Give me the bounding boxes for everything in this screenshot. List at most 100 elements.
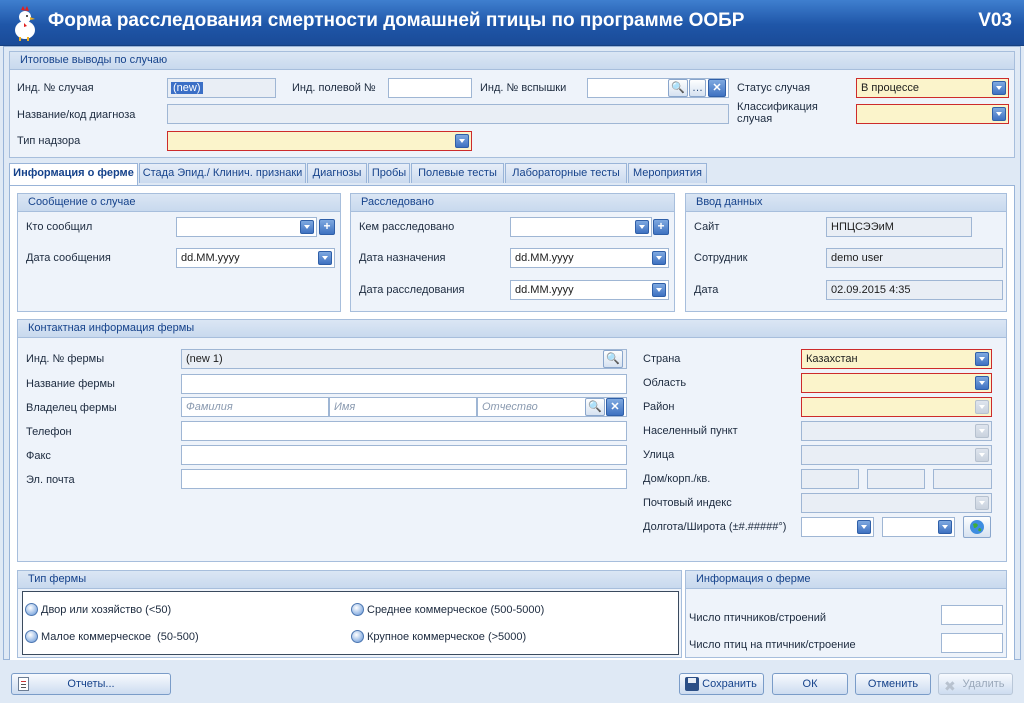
tab-samples[interactable]: Пробы (368, 163, 410, 183)
report-date-picker[interactable]: dd.MM.yyyy (176, 248, 335, 268)
phone-label: Телефон (26, 426, 72, 438)
calendar-icon[interactable] (318, 251, 332, 265)
latitude-input[interactable] (882, 517, 955, 537)
owner-label: Владелец фермы (26, 402, 117, 414)
search-icon[interactable]: 🔍 (585, 398, 605, 416)
case-status-select[interactable]: В процессе (856, 78, 1009, 98)
chevron-down-icon[interactable] (975, 352, 989, 366)
investigation-header: Расследовано (351, 194, 674, 212)
outbreak-id-field[interactable]: 🔍 … ✕ (587, 78, 729, 98)
clear-icon[interactable]: ✕ (708, 79, 726, 97)
email-input[interactable] (181, 469, 627, 489)
tab-actions[interactable]: Мероприятия (628, 163, 707, 183)
radio-small[interactable] (25, 630, 38, 643)
chevron-down-icon[interactable] (975, 400, 989, 414)
tab-field-tests[interactable]: Полевые тесты (411, 163, 504, 183)
case-status-value: В процессе (861, 82, 919, 94)
site-label: Сайт (694, 221, 720, 233)
globe-icon[interactable] (963, 516, 991, 538)
cancel-label: Отменить (867, 678, 919, 690)
postal-label: Почтовый индекс (643, 497, 732, 509)
entry-date-label: Дата (694, 284, 719, 296)
add-investigator-icon[interactable]: + (653, 219, 669, 235)
field-id-input[interactable] (388, 78, 472, 98)
version-label: V03 (978, 10, 1012, 31)
tab-farm-info[interactable]: Информация о ферме (9, 163, 138, 185)
site-value: НПЦСЭЭиМ (831, 221, 894, 233)
fax-input[interactable] (181, 445, 627, 465)
entry-date-field: 02.09.2015 4:35 (826, 280, 1003, 300)
assigned-date-picker[interactable]: dd.MM.yyyy (510, 248, 669, 268)
farm-contact-header: Контактная информация фермы (18, 320, 1006, 338)
reports-label: Отчеты... (67, 678, 115, 690)
tab-diagnoses[interactable]: Диагнозы (307, 163, 367, 183)
chevron-down-icon[interactable] (300, 220, 314, 234)
owner-last-name-input[interactable]: Фамилия (181, 397, 329, 417)
calendar-icon[interactable] (652, 251, 666, 265)
classification-select[interactable] (856, 104, 1009, 124)
search-icon[interactable]: 🔍 (668, 79, 688, 97)
house-input[interactable] (801, 469, 859, 489)
radio-medium[interactable] (351, 603, 364, 616)
chevron-down-icon[interactable] (992, 107, 1006, 121)
phone-input[interactable] (181, 421, 627, 441)
tab-lab-tests[interactable]: Лабораторные тесты (505, 163, 627, 183)
house-label: Дом/корп./кв. (643, 473, 711, 485)
district-label: Район (643, 401, 675, 413)
spinner-icon[interactable] (938, 520, 952, 534)
chevron-down-icon[interactable] (455, 134, 469, 148)
search-icon[interactable]: 🔍 (603, 350, 623, 368)
report-date-label: Дата сообщения (26, 252, 111, 264)
tab-flocks[interactable]: Стада Эпид./ Клинич. признаки (139, 163, 306, 183)
investigated-by-select[interactable] (510, 217, 652, 237)
delete-icon: ✖ (944, 678, 956, 694)
spinner-icon[interactable] (857, 520, 871, 534)
building-input[interactable] (867, 469, 925, 489)
ok-button[interactable]: ОК (772, 673, 848, 695)
surveillance-type-select[interactable] (167, 131, 472, 151)
field-id-label: Инд. полевой № (292, 82, 376, 94)
employee-label: Сотрудник (694, 252, 748, 264)
case-status-label: Статус случая (737, 82, 811, 94)
add-reporter-icon[interactable]: + (319, 219, 335, 235)
district-select[interactable] (801, 397, 992, 417)
radio-backyard-label: Двор или хозяйство (<50) (41, 604, 172, 616)
chevron-down-icon[interactable] (635, 220, 649, 234)
chevron-down-icon[interactable] (992, 81, 1006, 95)
radio-medium-label: Среднее коммерческое (500-5000) (367, 604, 545, 616)
radio-backyard[interactable] (25, 603, 38, 616)
ellipsis-icon[interactable]: … (689, 79, 706, 97)
owner-middle-name-input[interactable]: Отчество 🔍 ✕ (477, 397, 627, 417)
owner-first-name-input[interactable]: Имя (329, 397, 477, 417)
delete-button[interactable]: ✖ Удалить (938, 673, 1013, 695)
cancel-button[interactable]: Отменить (855, 673, 931, 695)
clear-icon[interactable]: ✕ (606, 398, 624, 416)
case-id-label: Инд. № случая (17, 82, 94, 94)
postal-select[interactable] (801, 493, 992, 513)
calendar-icon[interactable] (652, 283, 666, 297)
farm-name-input[interactable] (181, 374, 627, 394)
chevron-down-icon[interactable] (975, 448, 989, 462)
country-select[interactable]: Казахстан (801, 349, 992, 369)
chevron-down-icon[interactable] (975, 424, 989, 438)
street-select[interactable] (801, 445, 992, 465)
settlement-select[interactable] (801, 421, 992, 441)
investigation-date-picker[interactable]: dd.MM.yyyy (510, 280, 669, 300)
radio-small-label: Малое коммерческое (50-500) (41, 631, 199, 643)
barns-input[interactable] (941, 605, 1003, 625)
longitude-input[interactable] (801, 517, 874, 537)
employee-value: demo user (831, 252, 883, 264)
birds-input[interactable] (941, 633, 1003, 653)
floppy-icon (685, 677, 699, 691)
chevron-down-icon[interactable] (975, 496, 989, 510)
reports-button[interactable]: Отчеты... (11, 673, 171, 695)
region-select[interactable] (801, 373, 992, 393)
save-button[interactable]: Сохранить (679, 673, 764, 695)
diagnosis-field (167, 104, 729, 124)
farm-id-field[interactable]: (new 1) 🔍 (181, 349, 627, 369)
apartment-input[interactable] (933, 469, 992, 489)
case-id-field[interactable]: (new) (167, 78, 276, 98)
reported-by-select[interactable] (176, 217, 317, 237)
chevron-down-icon[interactable] (975, 376, 989, 390)
radio-large[interactable] (351, 630, 364, 643)
